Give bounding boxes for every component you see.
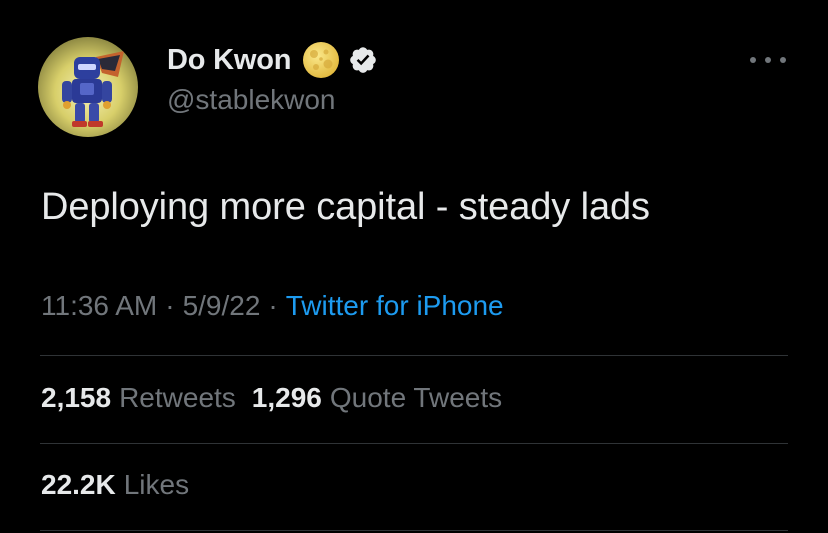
- divider: [40, 443, 788, 444]
- quote-tweets-label: Quote Tweets: [329, 382, 503, 413]
- robot-avatar-icon: [38, 37, 138, 137]
- meta-separator: ·: [165, 290, 175, 321]
- likes-label: Likes: [123, 469, 190, 500]
- avatar[interactable]: [38, 37, 138, 137]
- more-dot: [765, 57, 771, 63]
- full-moon-emoji-icon: [303, 42, 340, 78]
- tweet-meta: 11:36 AM · 5/9/22 · Twitter for iPhone: [41, 290, 504, 322]
- more-dot: [780, 57, 786, 63]
- author-handle[interactable]: @stablekwon: [167, 84, 336, 116]
- author-name-row: Do Kwon: [167, 40, 378, 80]
- divider: [40, 530, 788, 531]
- more-dot: [750, 57, 756, 63]
- meta-separator: ·: [268, 290, 278, 321]
- tweet-source-link[interactable]: Twitter for iPhone: [286, 290, 504, 322]
- tweet-time[interactable]: 11:36 AM: [41, 290, 157, 322]
- retweets-count: 2,158: [41, 382, 112, 413]
- quote-tweets-stat[interactable]: 1,296 Quote Tweets: [252, 382, 502, 414]
- divider: [40, 355, 788, 356]
- likes-stats: 22.2K Likes: [41, 469, 189, 501]
- quote-tweets-count: 1,296: [251, 382, 322, 413]
- verified-badge-icon[interactable]: [348, 45, 378, 75]
- tweet-date[interactable]: 5/9/22: [183, 290, 261, 322]
- retweets-stat[interactable]: 2,158 Retweets: [41, 382, 236, 414]
- retweets-label: Retweets: [119, 382, 236, 413]
- author-display-name[interactable]: Do Kwon: [167, 44, 291, 77]
- likes-stat[interactable]: 22.2K Likes: [41, 469, 189, 501]
- more-options-icon[interactable]: [750, 50, 786, 70]
- tweet-text: Deploying more capital - steady lads: [41, 186, 650, 228]
- likes-count: 22.2K: [41, 469, 116, 500]
- engagement-stats: 2,158 Retweets 1,296 Quote Tweets: [41, 382, 502, 414]
